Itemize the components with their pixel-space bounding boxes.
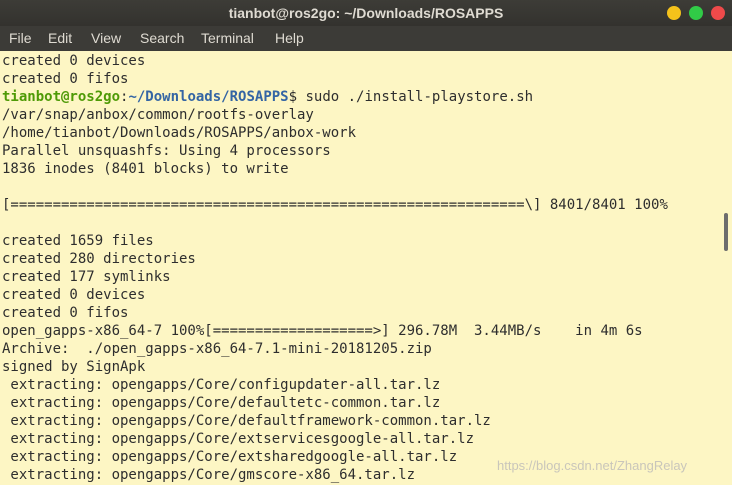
prompt-symbol: $ xyxy=(288,89,298,105)
scrollbar[interactable] xyxy=(722,51,732,485)
output-line: extracting: opengapps/Core/gmscore-x86_6… xyxy=(2,467,416,483)
output-line: extracting: opengapps/Core/defaultframew… xyxy=(2,413,491,429)
output-line: extracting: opengapps/Core/configupdater… xyxy=(2,377,441,393)
output-line: created 177 symlinks xyxy=(2,269,171,285)
output-line: created 0 fifos xyxy=(2,305,129,321)
menu-terminal[interactable]: Terminal xyxy=(201,26,254,51)
window-title: tianbot@ros2go: ~/Downloads/ROSAPPS xyxy=(228,5,504,21)
menu-view[interactable]: View xyxy=(91,26,121,51)
prompt-command: sudo ./install-playstore.sh xyxy=(297,89,534,105)
title-bar: tianbot@ros2go: ~/Downloads/ROSAPPS xyxy=(0,0,732,26)
output-line: created 280 directories xyxy=(2,251,196,267)
output-line: Archive: ./open_gapps-x86_64-7.1-mini-20… xyxy=(2,341,432,357)
output-line: 1836 inodes (8401 blocks) to write xyxy=(2,161,289,177)
prompt-user-host: tianbot@ros2go xyxy=(2,89,121,105)
terminal-output[interactable]: created 0 devices created 0 fifos tianbo… xyxy=(0,51,722,485)
prompt-line: tianbot@ros2go:~/Downloads/ROSAPPS$ sudo… xyxy=(2,88,533,106)
output-line: created 0 devices xyxy=(2,53,146,69)
output-line: created 0 fifos xyxy=(2,71,129,87)
watermark: https://blog.csdn.net/ZhangRelay xyxy=(497,458,688,473)
menu-help[interactable]: Help xyxy=(275,26,304,51)
output-line: extracting: opengapps/Core/defaultetc-co… xyxy=(2,395,441,411)
output-line: created 0 devices xyxy=(2,287,146,303)
output-line: created 1659 files xyxy=(2,233,154,249)
download-progress-line: open_gapps-x86_64-7 100%[===============… xyxy=(2,323,643,339)
output-line: /home/tianbot/Downloads/ROSAPPS/anbox-wo… xyxy=(2,125,357,141)
prompt-path: ~/Downloads/ROSAPPS xyxy=(128,89,289,105)
output-line: signed by SignApk xyxy=(2,359,146,375)
output-line: Parallel unsquashfs: Using 4 processors xyxy=(2,143,331,159)
output-line: extracting: opengapps/Core/extservicesgo… xyxy=(2,431,475,447)
output-line: /var/snap/anbox/common/rootfs-overlay xyxy=(2,107,314,123)
menu-file[interactable]: File xyxy=(9,26,32,51)
progress-line: [=======================================… xyxy=(2,197,668,213)
scrollbar-thumb[interactable] xyxy=(724,213,728,251)
menu-bar: File Edit View Search Terminal Help xyxy=(0,26,732,51)
menu-edit[interactable]: Edit xyxy=(48,26,72,51)
output-line: extracting: opengapps/Core/extsharedgoog… xyxy=(2,449,458,465)
menu-search[interactable]: Search xyxy=(140,26,184,51)
